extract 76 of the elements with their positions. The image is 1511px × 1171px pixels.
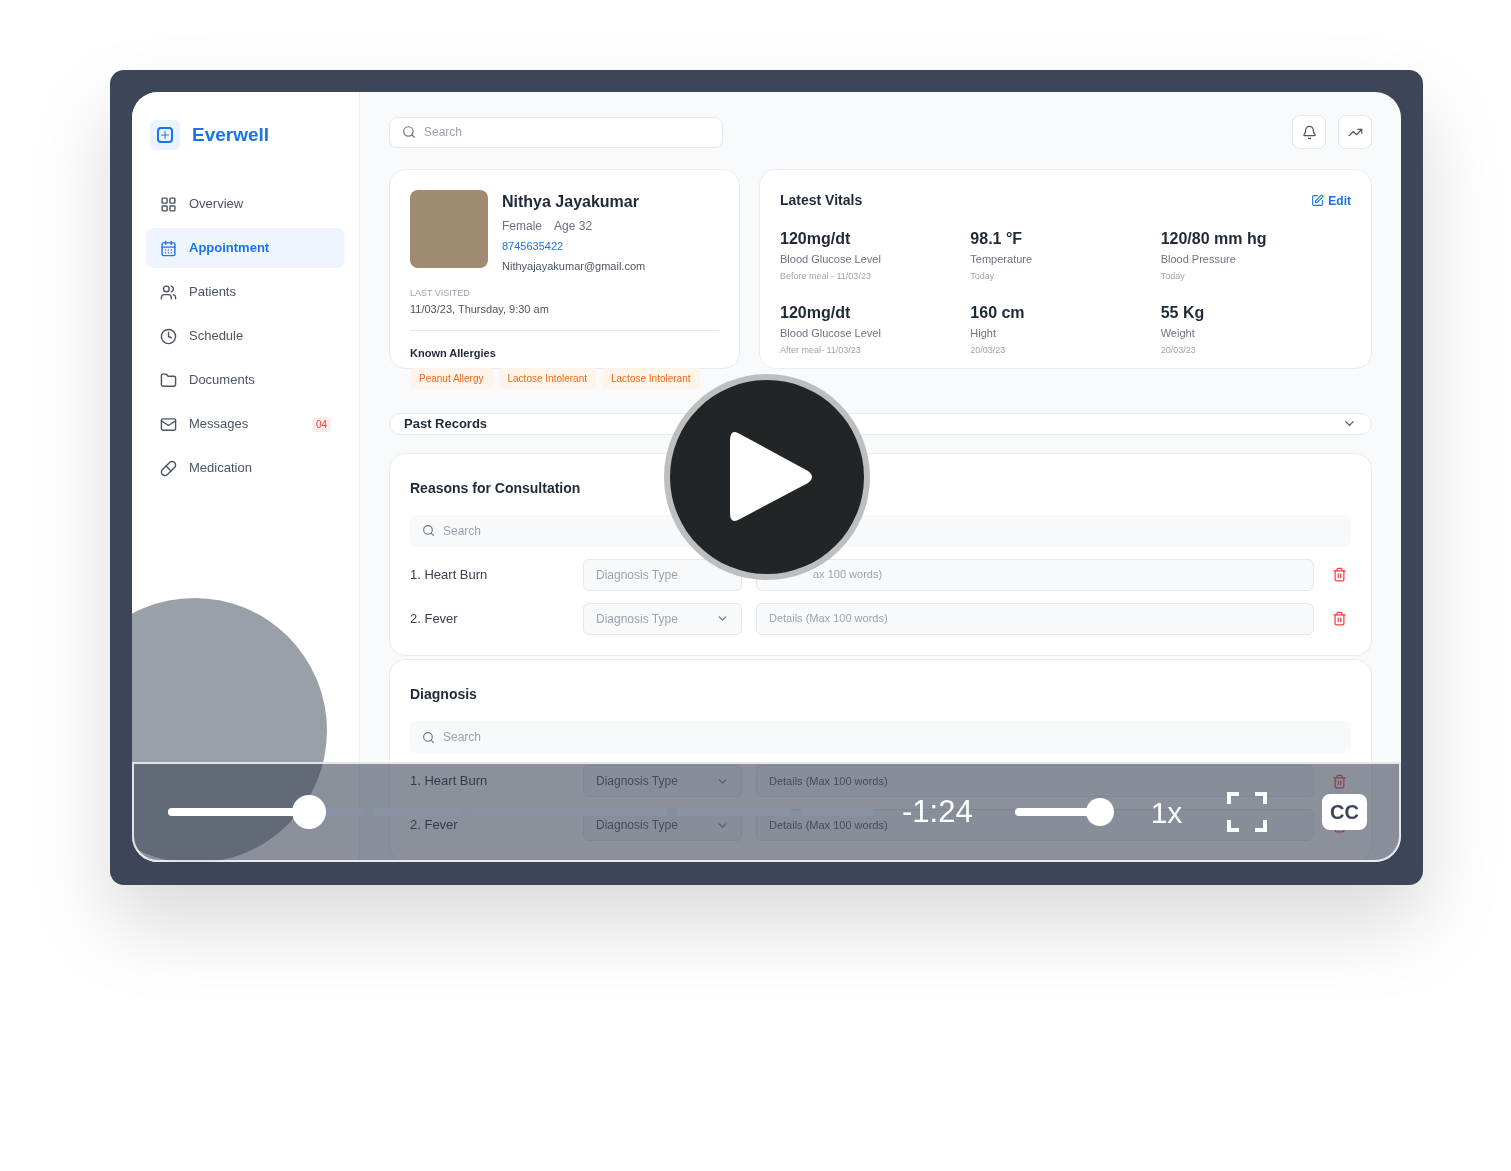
- sidebar-item[interactable]: Schedule: [146, 316, 345, 356]
- playback-speed-button[interactable]: 1x: [1150, 789, 1183, 835]
- vital-note: Today: [970, 269, 996, 283]
- bell-icon: [1301, 124, 1317, 140]
- vital-value: 98.1 °F: [970, 229, 1024, 249]
- vital-note: 20/03/23: [970, 343, 1007, 357]
- patient-email: Nithyajayakumar@gmail.com: [502, 258, 646, 274]
- vital-label: Weight: [1160, 326, 1196, 341]
- patient-age: Age 32: [554, 218, 593, 235]
- time-remaining: -1:24: [902, 792, 973, 831]
- vital-note: After meal- 11/03/23: [780, 343, 862, 357]
- pill-icon: [160, 459, 177, 477]
- allergies-title: Known Allergies: [410, 346, 497, 361]
- allergy-tag: Peanut Allergy: [410, 367, 493, 389]
- sidebar-item[interactable]: Patients: [146, 272, 345, 312]
- clock-icon: [160, 327, 177, 345]
- search-icon: [402, 125, 416, 139]
- search-field[interactable]: Search: [424, 123, 463, 141]
- edit-button[interactable]: Edit: [1311, 191, 1351, 210]
- brand-name: Everwell: [192, 122, 270, 147]
- reason-label: 1. Heart Burn: [410, 772, 489, 791]
- details-field[interactable]: ax 100 words): [813, 566, 883, 583]
- vital-label: Hight: [970, 326, 997, 341]
- vital-label: Blood Glucose Level: [780, 326, 882, 341]
- count-badge: 04: [311, 416, 331, 432]
- last-visited-date: 11/03/23, Thursday, 9:30 am: [410, 300, 719, 331]
- section-title: Diagnosis: [410, 685, 478, 704]
- vitals-title: Latest Vitals: [780, 191, 863, 210]
- reason-label: 2. Fever: [410, 609, 459, 628]
- vital-value: 120/80 mm hg: [1160, 229, 1268, 249]
- vital-note: 20/03/23: [1160, 343, 1197, 357]
- section-title: Reasons for Consultation: [410, 478, 582, 498]
- last-visited-label: LAST VISITED: [410, 287, 471, 300]
- patient-phone: 8745635422: [502, 239, 565, 254]
- vital-value: 160 cm: [970, 303, 1026, 323]
- details-field[interactable]: Details (Max 100 words): [769, 816, 888, 834]
- vital-label: Blood Pressure: [1160, 252, 1237, 267]
- captions-button[interactable]: CC: [1322, 794, 1367, 830]
- logo-icon: [150, 120, 180, 150]
- envelope-icon: [160, 415, 177, 433]
- vital-value: 120mg/dt: [780, 229, 852, 249]
- allergy-tag: Lactose Intolerant: [498, 367, 596, 389]
- vital-value: 55 Kg: [1160, 303, 1206, 323]
- search-field[interactable]: Search: [443, 521, 482, 540]
- search-icon: [422, 730, 435, 744]
- edit-icon: [1311, 194, 1325, 207]
- users-icon: [160, 283, 177, 301]
- allergy-tag: Lactose Intolerant: [602, 367, 700, 389]
- vital-note: Today: [1160, 269, 1186, 283]
- vital-value: 120mg/dt: [780, 303, 852, 323]
- reason-label: 1. Heart Burn: [410, 565, 489, 584]
- patient-gender: Female: [502, 218, 542, 235]
- fullscreen-icon[interactable]: [1227, 792, 1268, 832]
- reason-label: 2. Fever: [410, 816, 459, 835]
- delete-icon[interactable]: [1332, 567, 1347, 582]
- calendar-icon: [160, 239, 177, 257]
- vital-label: Temperature: [970, 252, 1034, 267]
- delete-icon[interactable]: [1332, 773, 1347, 789]
- patient-name: Nithya Jayakumar: [502, 192, 640, 212]
- sidebar-item[interactable]: Messages 04: [146, 404, 345, 444]
- delete-icon[interactable]: [1332, 611, 1347, 626]
- sidebar-item[interactable]: Documents: [146, 360, 345, 400]
- notification-button[interactable]: [1292, 115, 1326, 149]
- details-field[interactable]: Details (Max 100 words): [769, 772, 888, 790]
- vital-note: Before meal - 11/03/23: [780, 269, 872, 283]
- grid-icon: [160, 195, 177, 213]
- trend-button[interactable]: [1338, 115, 1372, 149]
- sidebar-item[interactable]: Appointment: [146, 228, 345, 268]
- sidebar-item[interactable]: Medication: [146, 448, 345, 488]
- details-field[interactable]: Details (Max 100 words): [769, 610, 888, 627]
- folder-icon: [160, 371, 177, 389]
- search-icon: [422, 524, 435, 537]
- vital-label: Blood Glucose Level: [780, 252, 882, 267]
- search-field[interactable]: Search: [443, 728, 482, 746]
- volume-slider[interactable]: [1014, 797, 1113, 827]
- sidebar-item[interactable]: Overview: [146, 184, 345, 224]
